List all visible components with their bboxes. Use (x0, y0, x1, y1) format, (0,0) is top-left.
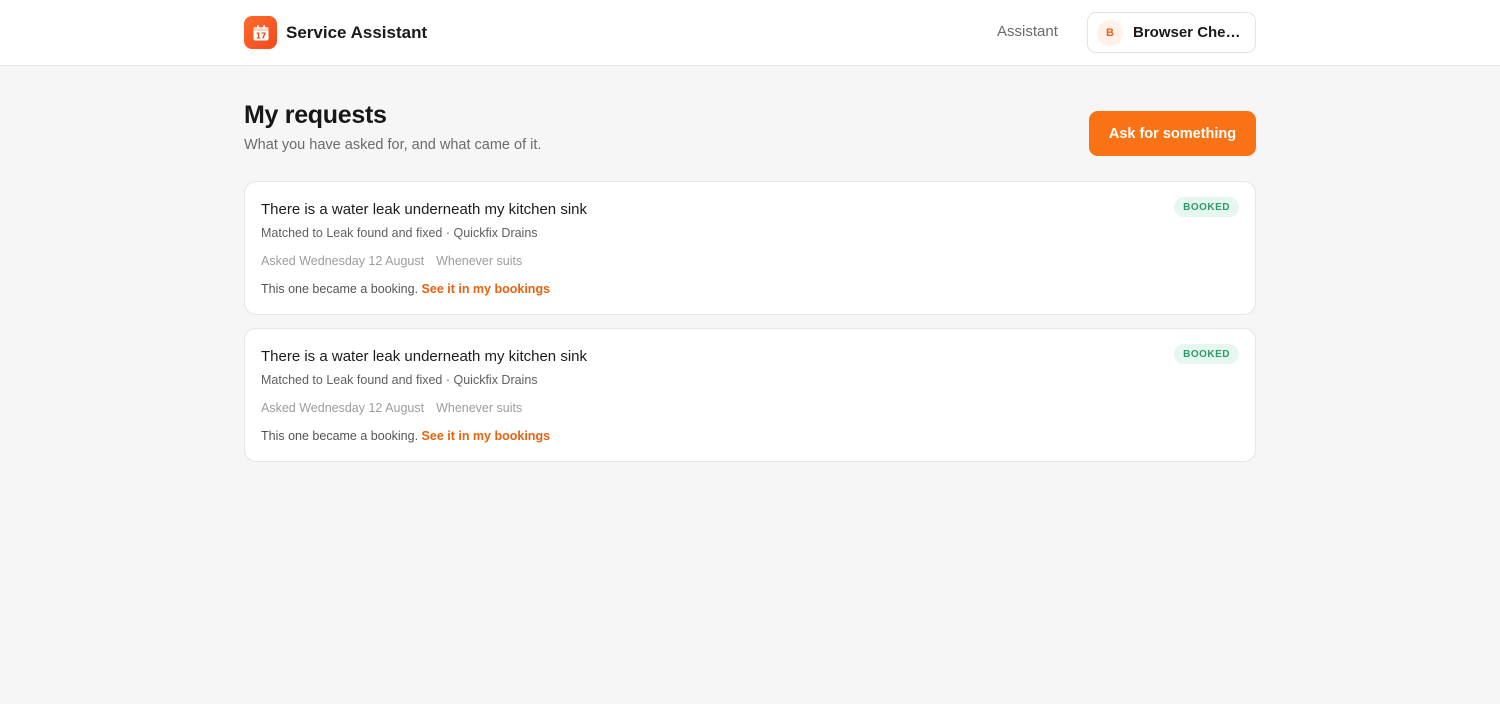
request-timing: Whenever suits (436, 401, 523, 415)
request-title: There is a water leak underneath my kitc… (261, 201, 587, 218)
request-footer: This one became a booking. See it in my … (261, 429, 550, 443)
top-bar: 17 Service Assistant Assistant B Browser… (0, 0, 1500, 66)
calendar-icon: 17 (244, 16, 277, 49)
status-badge: BOOKED (1174, 344, 1239, 364)
app-name: Service Assistant (286, 22, 428, 42)
page-title: My requests (244, 101, 387, 129)
request-match: Matched to Leak found and fixed · Quickf… (261, 373, 538, 387)
request-asked-date: Asked Wednesday 12 August (261, 254, 425, 268)
request-footer-text: This one became a booking. (261, 429, 419, 443)
request-meta: Asked Wednesday 12 August Whenever suits (261, 401, 522, 415)
see-bookings-link[interactable]: See it in my bookings (422, 429, 551, 443)
request-title: There is a water leak underneath my kitc… (261, 348, 587, 365)
page-subtitle: What you have asked for, and what came o… (244, 137, 542, 153)
nav-assistant-link[interactable]: Assistant (997, 23, 1058, 40)
request-footer: This one became a booking. See it in my … (261, 282, 550, 296)
request-match: Matched to Leak found and fixed · Quickf… (261, 226, 538, 240)
user-name: Browser Check... (1133, 24, 1247, 41)
user-menu-button[interactable]: B Browser Check... (1087, 12, 1256, 53)
request-asked-date: Asked Wednesday 12 August (261, 401, 425, 415)
see-bookings-link[interactable]: See it in my bookings (422, 282, 551, 296)
request-timing: Whenever suits (436, 254, 523, 268)
request-footer-text: This one became a booking. (261, 282, 419, 296)
avatar: B (1097, 19, 1123, 46)
request-card: There is a water leak underneath my kitc… (244, 181, 1256, 315)
request-card: There is a water leak underneath my kitc… (244, 328, 1256, 462)
svg-text:17: 17 (255, 31, 265, 40)
status-badge: BOOKED (1174, 197, 1239, 217)
brand[interactable]: 17 Service Assistant (244, 16, 427, 49)
request-meta: Asked Wednesday 12 August Whenever suits (261, 254, 522, 268)
ask-for-something-button[interactable]: Ask for something (1089, 111, 1256, 156)
